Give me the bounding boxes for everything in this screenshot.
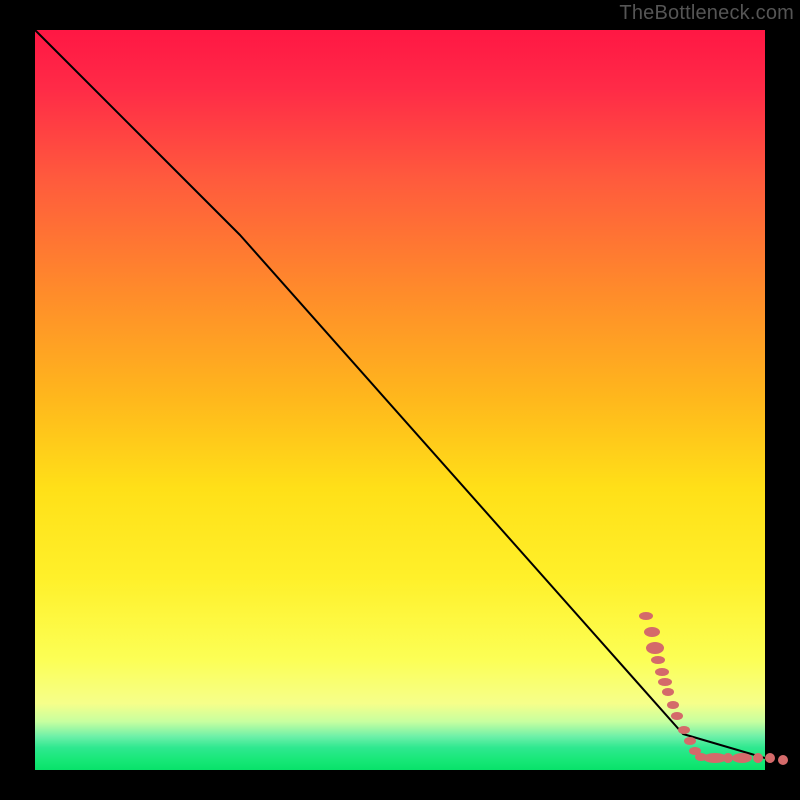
data-dot bbox=[723, 753, 733, 763]
data-dot bbox=[639, 612, 653, 620]
data-dot bbox=[651, 656, 665, 664]
attribution-label: TheBottleneck.com bbox=[619, 2, 794, 25]
data-dot bbox=[753, 753, 763, 763]
data-dot bbox=[644, 627, 660, 637]
data-dot bbox=[646, 642, 664, 654]
data-dot bbox=[778, 755, 788, 765]
chart-svg bbox=[0, 0, 800, 800]
plot-layers bbox=[35, 30, 788, 770]
data-dot bbox=[671, 712, 683, 720]
data-dot bbox=[658, 678, 672, 686]
data-dot bbox=[662, 688, 674, 696]
data-dot bbox=[765, 753, 775, 763]
chart-stage: TheBottleneck.com bbox=[0, 0, 800, 800]
data-dot bbox=[678, 726, 690, 734]
data-dot bbox=[684, 737, 696, 745]
data-dot bbox=[655, 668, 669, 676]
data-dot bbox=[667, 701, 679, 709]
data-dot bbox=[732, 753, 752, 763]
